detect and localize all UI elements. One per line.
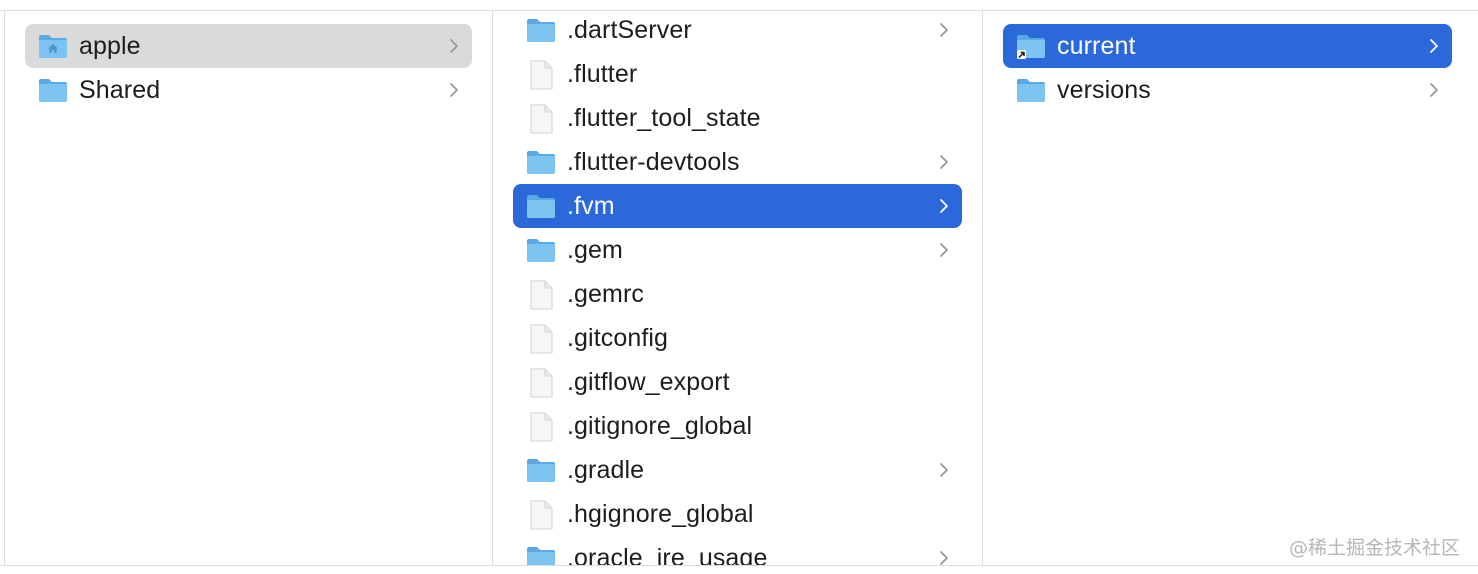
item-label: .flutter_tool_state	[567, 103, 761, 132]
file-row-dot-gitconfig[interactable]: .gitconfig	[513, 316, 962, 360]
item-label: current	[1057, 31, 1136, 60]
folder-row-dot-dartserver[interactable]: .dartServer	[513, 11, 962, 52]
watermark: @稀土掘金技术社区	[1288, 537, 1460, 559]
chevron-right-icon	[938, 196, 950, 216]
item-label: .hgignore_global	[567, 499, 754, 528]
item-label: .dartServer	[567, 15, 692, 44]
folder-icon	[37, 76, 69, 104]
folder-row-shared[interactable]: Shared	[25, 68, 472, 112]
column-user-home[interactable]: apple Shared	[4, 11, 492, 565]
item-label: versions	[1057, 75, 1151, 104]
item-label: .gradle	[567, 455, 645, 484]
file-row-dot-gitflow-export[interactable]: .gitflow_export	[513, 360, 962, 404]
chevron-right-icon	[1428, 36, 1440, 56]
folder-row-dot-gradle[interactable]: .gradle	[513, 448, 962, 492]
folder-row-dot-oracle-jre-usage[interactable]: .oracle_jre_usage	[513, 536, 962, 565]
document-icon	[525, 368, 557, 398]
folder-row-dot-fvm[interactable]: .fvm	[513, 184, 962, 228]
item-label: .flutter-devtools	[567, 147, 740, 176]
file-row-dot-flutter-tool-state[interactable]: .flutter_tool_state	[513, 96, 962, 140]
column-fvm-contents[interactable]: current versions	[982, 11, 1478, 565]
folder-icon	[1015, 76, 1047, 104]
file-row-dot-gitignore-global[interactable]: .gitignore_global	[513, 404, 962, 448]
file-row-dot-gemrc[interactable]: .gemrc	[513, 272, 962, 316]
folder-icon	[525, 148, 557, 176]
item-label: .gemrc	[567, 279, 645, 308]
item-label: .gitconfig	[567, 323, 669, 352]
folder-icon	[525, 236, 557, 264]
chevron-right-icon	[448, 36, 460, 56]
alias-folder-icon	[1015, 32, 1047, 60]
chevron-right-icon	[938, 152, 950, 172]
column-apple-contents[interactable]: .dartServer .flutter .flutter_tool_state .f…	[492, 11, 982, 565]
item-label: .flutter	[567, 59, 638, 88]
bottom-divider	[0, 565, 1478, 566]
chevron-right-icon	[938, 20, 950, 40]
folder-icon	[525, 192, 557, 220]
home-folder-icon	[37, 32, 69, 60]
document-icon	[525, 280, 557, 310]
chevron-right-icon	[938, 240, 950, 260]
item-label: .oracle_jre_usage	[567, 543, 768, 566]
folder-row-apple[interactable]: apple	[25, 24, 472, 68]
item-label: .gem	[567, 235, 623, 264]
document-icon	[525, 412, 557, 442]
folder-row-current[interactable]: current	[1003, 24, 1452, 68]
file-row-dot-hgignore-global[interactable]: .hgignore_global	[513, 492, 962, 536]
item-label: .gitignore_global	[567, 411, 753, 440]
item-label: Shared	[79, 75, 161, 104]
chevron-right-icon	[1428, 80, 1440, 100]
document-icon	[525, 324, 557, 354]
folder-icon	[525, 456, 557, 484]
document-icon	[525, 104, 557, 134]
chevron-right-icon	[938, 548, 950, 565]
folder-row-dot-flutter-devtools[interactable]: .flutter-devtools	[513, 140, 962, 184]
folder-row-dot-gem[interactable]: .gem	[513, 228, 962, 272]
item-label: .gitflow_export	[567, 367, 730, 396]
column-browser: apple Shared .dartServer .flutter .flutter_…	[0, 0, 1478, 574]
document-icon	[525, 60, 557, 90]
folder-icon	[525, 16, 557, 44]
folder-row-versions[interactable]: versions	[1003, 68, 1452, 112]
document-icon	[525, 500, 557, 530]
folder-icon	[525, 544, 557, 565]
chevron-right-icon	[938, 460, 950, 480]
file-row-dot-flutter[interactable]: .flutter	[513, 52, 962, 96]
item-label: .fvm	[567, 191, 615, 220]
item-label: apple	[79, 31, 141, 60]
chevron-right-icon	[448, 80, 460, 100]
